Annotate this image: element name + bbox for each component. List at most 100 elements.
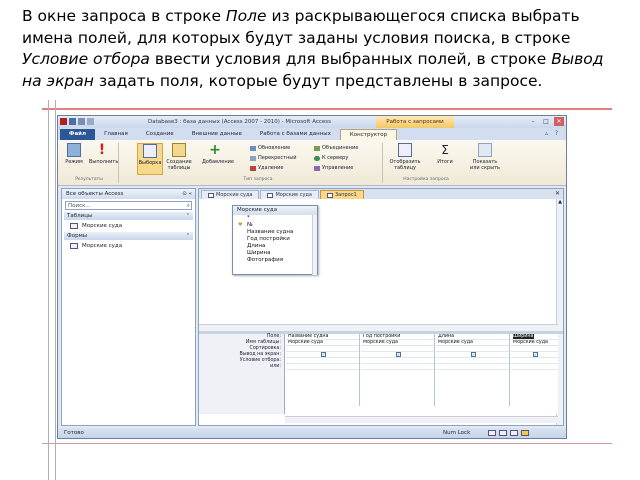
maximize-icon[interactable]: □ bbox=[541, 117, 551, 126]
nav-search-input[interactable]: Поиск... ⌕ bbox=[65, 201, 192, 210]
crosstab-query-button[interactable]: Перекрестный bbox=[250, 155, 296, 161]
delete-icon bbox=[250, 165, 256, 171]
union-query-button[interactable]: Объединение bbox=[314, 145, 358, 151]
show-checkbox[interactable]: ✓ bbox=[471, 352, 476, 357]
grid-or-cell[interactable] bbox=[361, 364, 434, 370]
show-checkbox[interactable]: ✓ bbox=[396, 352, 401, 357]
help-icon[interactable]: ? bbox=[553, 130, 560, 137]
totals-button[interactable]: Σ Итоги bbox=[428, 143, 462, 175]
doc-tab-form[interactable]: Морские суда bbox=[260, 190, 319, 199]
append-button[interactable]: + Добавление bbox=[202, 142, 234, 175]
access-logo-icon bbox=[60, 118, 67, 125]
close-icon[interactable]: ✕ bbox=[554, 117, 564, 126]
nav-item-form[interactable]: Морские суда bbox=[62, 241, 195, 251]
navigation-pane: Все объекты Access ⊙ « Поиск... ⌕ Таблиц… bbox=[61, 188, 196, 426]
tab-create[interactable]: Создание bbox=[137, 129, 183, 140]
view-switcher bbox=[488, 430, 529, 436]
term-field: Поле bbox=[225, 7, 267, 25]
datasheet-view-icon[interactable] bbox=[488, 430, 496, 436]
field-list-item[interactable]: Год постройки bbox=[233, 236, 317, 243]
field-list-item[interactable]: Ширина bbox=[233, 250, 317, 257]
grid-column: Название судна Морские суда ✓ bbox=[286, 334, 360, 406]
nav-collapse-icon[interactable]: ⊙ « bbox=[182, 189, 192, 199]
selected-field-text: Ширина bbox=[513, 334, 534, 339]
redo-icon[interactable] bbox=[87, 118, 94, 125]
make-table-icon bbox=[172, 143, 186, 157]
field-list-item[interactable]: № bbox=[233, 222, 317, 229]
table-icon bbox=[70, 223, 78, 229]
delete-query-button[interactable]: Удаление bbox=[250, 165, 283, 171]
field-list-scrollbar[interactable] bbox=[312, 215, 317, 275]
show-checkbox[interactable]: ✓ bbox=[533, 352, 538, 357]
select-query-button[interactable]: Выборка bbox=[137, 143, 163, 175]
design-view-icon[interactable] bbox=[521, 430, 529, 436]
context-tab-title: Работа с запросами bbox=[376, 116, 454, 128]
grid-row-labels: Поле: Имя таблицы: Сортировка: Вывод на … bbox=[199, 334, 285, 414]
tab-file[interactable]: Файл bbox=[60, 129, 96, 140]
nav-group-tables[interactable]: Таблицы ⌃ bbox=[64, 212, 193, 220]
grid-or-cell[interactable] bbox=[286, 364, 359, 370]
minimize-icon[interactable]: – bbox=[528, 117, 538, 126]
decor-vline-left bbox=[48, 100, 49, 480]
table-pane-scrollbar[interactable] bbox=[199, 324, 558, 331]
help-controls: ▵ ? bbox=[543, 130, 560, 137]
field-list-box[interactable]: Морские суда * № Название судна Год пост… bbox=[232, 205, 318, 275]
make-table-button[interactable]: Создание таблицы bbox=[166, 143, 192, 175]
update-query-button[interactable]: Обновление bbox=[250, 145, 290, 151]
instruction-text: В окне запроса в строке Поле из раскрыва… bbox=[22, 7, 604, 90]
field-list-item[interactable]: Название судна bbox=[233, 229, 317, 236]
grid-column: Ширина Морские суда ✓ bbox=[511, 334, 558, 406]
field-list-item[interactable]: Длина bbox=[233, 243, 317, 250]
grid-or-cell[interactable] bbox=[436, 364, 509, 370]
status-text: Готово bbox=[64, 430, 84, 436]
window-title: Database3 : база данных (Access 2007 - 2… bbox=[148, 119, 332, 125]
grid-or-cell[interactable] bbox=[511, 364, 558, 370]
doc-tab-table[interactable]: Морские суда bbox=[201, 190, 260, 199]
field-list-item[interactable]: * bbox=[233, 215, 317, 222]
sql-view-icon[interactable] bbox=[510, 430, 518, 436]
nav-item-table[interactable]: Морские суда bbox=[62, 221, 195, 231]
crosstab-icon bbox=[250, 155, 256, 161]
field-list-item[interactable]: Фотография bbox=[233, 257, 317, 264]
run-button[interactable]: ! Выполнить bbox=[89, 143, 118, 175]
show-checkbox[interactable]: ✓ bbox=[321, 352, 326, 357]
decor-vline-left2 bbox=[55, 100, 56, 480]
doc-tab-query[interactable]: Запрос1 bbox=[319, 190, 364, 199]
access-window: Database3 : база данных (Access 2007 - 2… bbox=[57, 115, 567, 439]
globe-icon bbox=[314, 155, 320, 161]
document-tabs: Морские суда Морские суда Запрос1 ✕ bbox=[199, 189, 563, 199]
table-icon bbox=[208, 192, 214, 198]
group-query-type-label: Тип запроса bbox=[243, 177, 273, 182]
window-controls: – □ ✕ bbox=[528, 117, 564, 126]
nav-group-forms[interactable]: Формы ⌃ bbox=[64, 232, 193, 240]
update-icon bbox=[250, 145, 256, 151]
chevron-up-icon: ⌃ bbox=[185, 233, 190, 239]
undo-icon[interactable] bbox=[78, 118, 85, 125]
tab-design[interactable]: Конструктор bbox=[339, 129, 398, 140]
save-icon[interactable] bbox=[69, 118, 76, 125]
grid-scrollbar[interactable] bbox=[285, 416, 558, 423]
ribbon-tabs: Файл Главная Создание Внешние данные Раб… bbox=[58, 128, 566, 140]
status-bar: Готово Num Lock bbox=[58, 428, 566, 438]
ribbon-collapse-icon[interactable]: ▵ bbox=[543, 130, 550, 137]
passthrough-query-button[interactable]: К серверу bbox=[314, 155, 348, 161]
tab-database-tools[interactable]: Работа с базами данных bbox=[251, 129, 340, 140]
append-icon: + bbox=[209, 142, 221, 158]
decor-line-bottom bbox=[42, 443, 612, 444]
close-icon[interactable]: ✕ bbox=[555, 190, 560, 197]
view-button[interactable]: Режим bbox=[61, 143, 87, 175]
data-definition-button[interactable]: Управление bbox=[314, 165, 353, 171]
tab-external-data[interactable]: Внешние данные bbox=[183, 129, 251, 140]
pivot-view-icon[interactable] bbox=[499, 430, 507, 436]
show-hide-button[interactable]: Показать или скрыть bbox=[468, 143, 502, 175]
search-icon[interactable]: ⌕ bbox=[187, 202, 190, 210]
tab-home[interactable]: Главная bbox=[95, 129, 137, 140]
show-table-button[interactable]: Отобразить таблицу bbox=[388, 143, 422, 175]
form-icon bbox=[267, 192, 274, 198]
group-setup-label: Настройка запроса bbox=[403, 177, 449, 182]
show-table-icon bbox=[398, 143, 412, 157]
show-hide-icon bbox=[478, 143, 492, 157]
group-separator bbox=[382, 143, 383, 183]
query-icon bbox=[326, 192, 333, 198]
nav-header[interactable]: Все объекты Access ⊙ « bbox=[62, 189, 195, 199]
